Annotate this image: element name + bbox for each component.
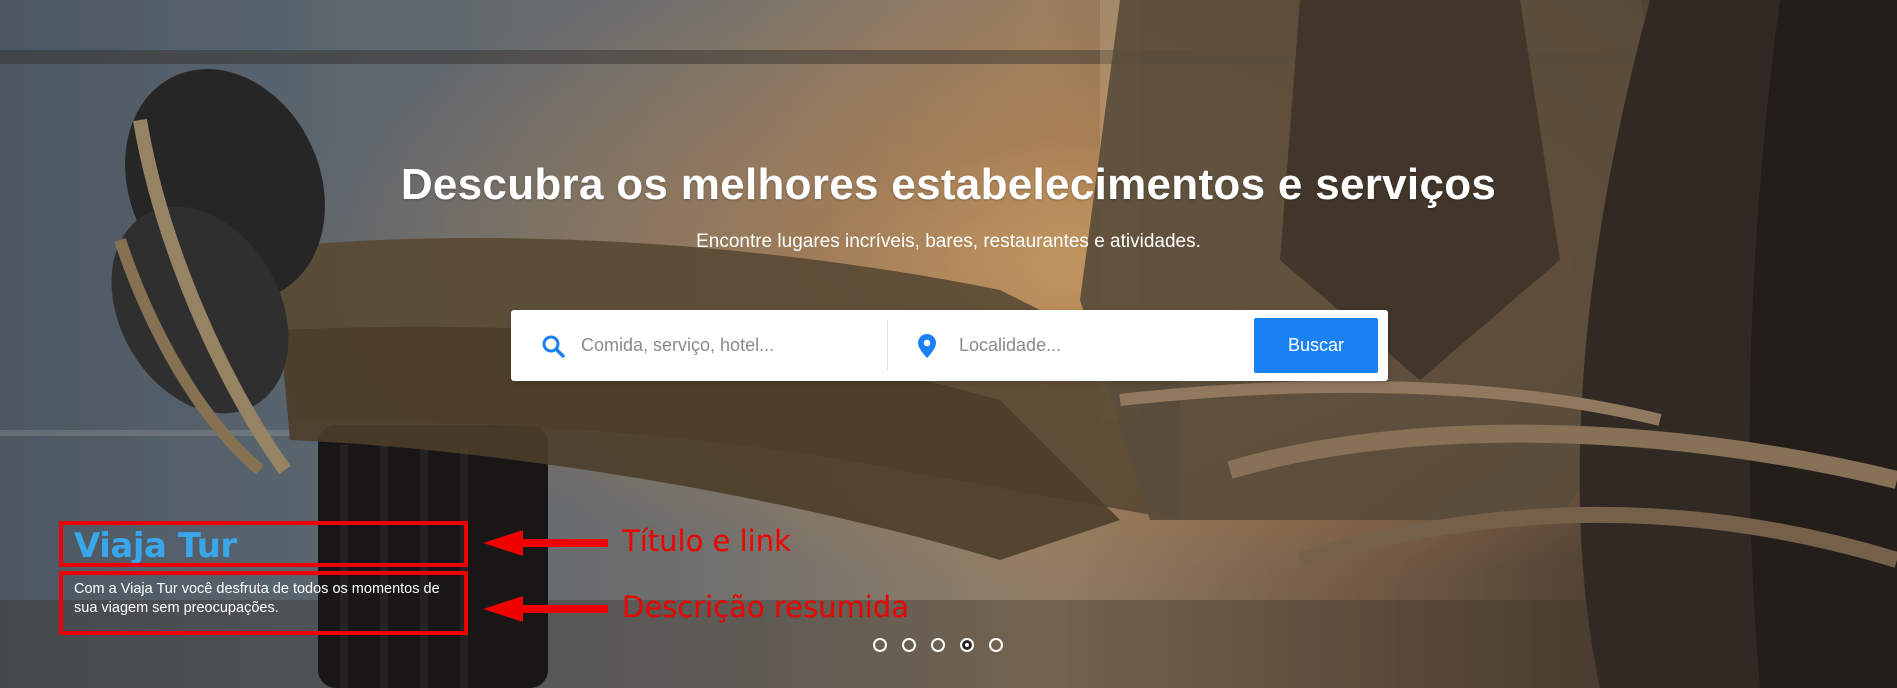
annotation-box-description xyxy=(59,571,468,635)
where-search-field xyxy=(888,310,1248,381)
hero-subtitle: Encontre lugares incríveis, bares, resta… xyxy=(696,231,1201,252)
search-bar: Buscar xyxy=(511,310,1388,381)
search-icon xyxy=(540,333,566,359)
carousel-indicators xyxy=(873,638,1003,656)
what-search-input[interactable] xyxy=(581,335,851,356)
annotation-label-title: Título e link xyxy=(622,524,791,558)
annotation-arrow-title xyxy=(483,530,608,556)
annotation-label-description: Descrição resumida xyxy=(622,590,909,624)
carousel-dot-2[interactable] xyxy=(902,638,916,652)
carousel-dot-4-active[interactable] xyxy=(960,638,974,652)
what-search-field xyxy=(511,310,887,381)
carousel-dot-3[interactable] xyxy=(931,638,945,652)
location-input[interactable] xyxy=(959,335,1229,356)
carousel-dot-1[interactable] xyxy=(873,638,887,652)
map-pin-icon xyxy=(914,333,940,359)
search-button[interactable]: Buscar xyxy=(1254,318,1378,373)
hero-title: Descubra os melhores estabelecimentos e … xyxy=(400,160,1497,209)
annotation-box-title xyxy=(59,521,468,567)
carousel-dot-5[interactable] xyxy=(989,638,1003,652)
annotation-arrow-description xyxy=(483,596,608,622)
